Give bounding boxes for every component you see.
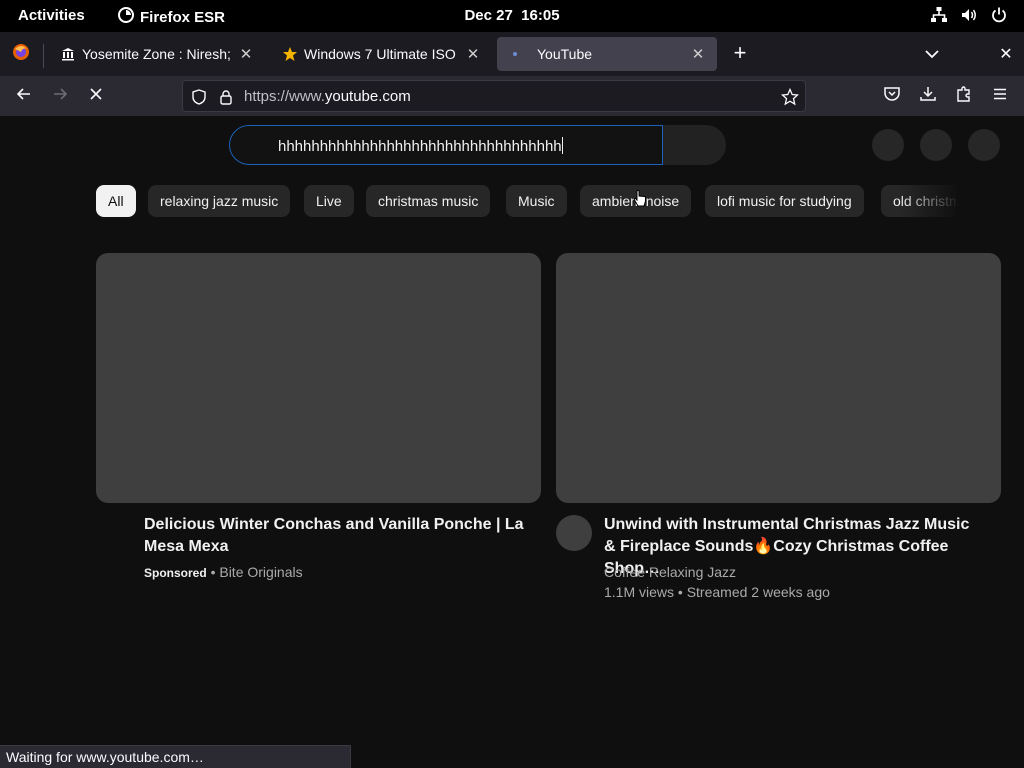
sponsored-label: Sponsored <box>144 566 207 580</box>
institution-icon <box>60 46 76 62</box>
url-bar[interactable]: https://www.youtube.com <box>182 80 806 112</box>
gnome-top-bar: Activities Firefox ESR Dec 27 16:05 <box>0 0 1024 32</box>
tab-close-button[interactable]: ✕ <box>464 45 482 63</box>
arrow-right-icon <box>51 85 69 108</box>
download-icon <box>919 85 937 108</box>
arrow-left-icon <box>15 85 33 108</box>
chip-music[interactable]: Music <box>506 185 567 217</box>
chip-all[interactable]: All <box>96 185 136 217</box>
channel-name[interactable]: Bite Originals <box>219 564 302 580</box>
text-caret <box>561 137 563 154</box>
tab-close-button[interactable]: ✕ <box>689 45 707 63</box>
chevron-down-icon <box>920 50 944 68</box>
tab-windows7[interactable]: Windows 7 Ultimate ISO ✕ <box>272 37 492 71</box>
meta-separator: • <box>210 564 216 580</box>
pocket-button[interactable] <box>879 84 905 108</box>
video-thumbnail[interactable] <box>556 253 1001 503</box>
tab-title: Windows 7 Ultimate ISO <box>304 46 456 62</box>
avatar[interactable] <box>968 129 1000 161</box>
chip-bar-fade <box>900 185 960 217</box>
tab-title: YouTube <box>537 46 593 62</box>
channel-avatar[interactable] <box>556 515 592 551</box>
tab-strip: Yosemite Zone : Niresh; A ✕ Windows 7 Ul… <box>0 32 1024 76</box>
hamburger-menu-icon <box>992 86 1008 107</box>
app-name: Firefox ESR <box>140 8 226 26</box>
plus-icon: + <box>733 40 747 65</box>
search-input-value: hhhhhhhhhhhhhhhhhhhhhhhhhhhhhhhhhh <box>278 137 563 155</box>
firefox-logo-icon <box>12 43 30 66</box>
extensions-button[interactable] <box>951 84 977 108</box>
close-icon: ✕ <box>999 46 1013 63</box>
stop-x-icon <box>88 86 104 107</box>
new-tab-button[interactable]: + <box>728 42 752 66</box>
chip-lofi-music-for-studying[interactable]: lofi music for studying <box>705 185 864 217</box>
activities-button[interactable]: Activities <box>18 7 85 24</box>
app-menu-button[interactable] <box>987 84 1013 108</box>
clock[interactable]: Dec 27 16:05 <box>464 7 559 24</box>
video-thumbnail[interactable] <box>96 253 541 503</box>
url-host: youtube.com <box>324 88 411 105</box>
downloads-button[interactable] <box>915 84 941 108</box>
youtube-page: hhhhhhhhhhhhhhhhhhhhhhhhhhhhhhhhhh All r… <box>0 116 1024 768</box>
search-button[interactable] <box>663 125 726 165</box>
chip-bar: All relaxing jazz music Live christmas m… <box>96 185 956 217</box>
forward-button[interactable] <box>47 84 73 108</box>
url-text: https://www.youtube.com <box>244 88 411 105</box>
power-icon <box>990 6 1008 28</box>
tab-yosemite[interactable]: Yosemite Zone : Niresh; A ✕ <box>50 37 265 71</box>
chip-live[interactable]: Live <box>304 185 354 217</box>
app-menu[interactable]: Firefox ESR <box>118 7 225 27</box>
notifications-button-placeholder[interactable] <box>920 129 952 161</box>
clock-date: Dec 27 <box>464 7 513 24</box>
chip-relaxing-jazz-music[interactable]: relaxing jazz music <box>148 185 291 217</box>
video-meta: Sponsored • Bite Originals <box>144 562 303 583</box>
system-menu[interactable] <box>930 6 1008 28</box>
create-button-placeholder[interactable] <box>872 129 904 161</box>
tab-close-button[interactable]: ✕ <box>237 45 255 63</box>
clock-time: 16:05 <box>521 7 560 24</box>
volume-icon <box>960 6 978 28</box>
firefox-app-icon <box>118 7 134 27</box>
navigation-toolbar: https://www.youtube.com <box>0 76 1024 116</box>
tab-separator <box>43 44 44 68</box>
window-close-button[interactable]: ✕ <box>994 44 1018 64</box>
pocket-icon <box>883 85 901 108</box>
tracking-protection-shield-icon[interactable] <box>190 88 208 106</box>
network-icon <box>930 6 948 28</box>
lock-icon[interactable] <box>217 88 235 106</box>
tab-youtube[interactable]: YouTube ✕ <box>497 37 717 71</box>
channel-name[interactable]: Coffee Relaxing Jazz <box>604 562 736 582</box>
star-icon <box>282 46 298 62</box>
mouse-pointer-icon <box>633 190 647 208</box>
back-button[interactable] <box>11 84 37 108</box>
search-query-text: hhhhhhhhhhhhhhhhhhhhhhhhhhhhhhhhhh <box>278 138 562 155</box>
bookmark-star-icon[interactable] <box>781 88 799 106</box>
url-scheme: https://www. <box>244 88 325 105</box>
tab-title: Yosemite Zone : Niresh; A <box>82 46 231 62</box>
search-input[interactable]: hhhhhhhhhhhhhhhhhhhhhhhhhhhhhhhhhh <box>229 125 663 165</box>
loading-dot-icon <box>507 46 523 62</box>
stop-button[interactable] <box>83 84 109 108</box>
video-title[interactable]: Delicious Winter Conchas and Vanilla Pon… <box>144 514 524 558</box>
video-stats: 1.1M views • Streamed 2 weeks ago <box>604 584 830 600</box>
firefox-view-button[interactable] <box>8 42 34 66</box>
list-all-tabs-button[interactable] <box>920 44 944 64</box>
chip-christmas-music[interactable]: christmas music <box>366 185 491 217</box>
puzzle-piece-icon <box>955 85 973 108</box>
status-panel: Waiting for www.youtube.com… <box>0 745 351 768</box>
